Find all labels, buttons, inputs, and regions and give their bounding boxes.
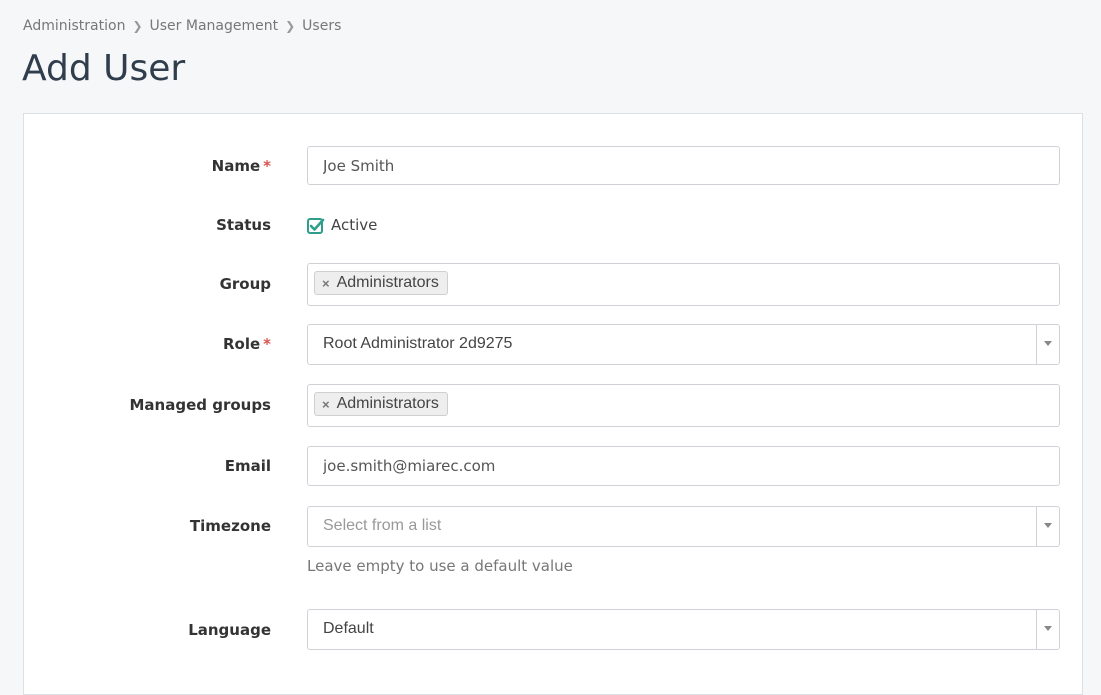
chevron-down-icon[interactable] — [1036, 610, 1059, 649]
managed-groups-tag-label: Administrators — [336, 395, 439, 412]
language-select[interactable]: Default — [307, 609, 1060, 650]
managed-groups-multiselect[interactable]: × Administrators — [307, 384, 1060, 427]
timezone-help-text: Leave empty to use a default value — [307, 557, 573, 575]
timezone-select-placeholder: Select from a list — [323, 517, 442, 534]
required-marker: * — [263, 335, 271, 353]
role-label-text: Role — [222, 335, 261, 353]
page-title: Add User — [22, 48, 186, 89]
checkbox-checked-icon[interactable] — [307, 217, 325, 234]
language-label: Language — [188, 621, 271, 639]
email-input[interactable] — [307, 446, 1060, 486]
language-select-value: Default — [323, 620, 374, 637]
breadcrumb-administration[interactable]: Administration — [23, 18, 125, 34]
breadcrumb-users[interactable]: Users — [302, 18, 341, 34]
group-label: Group — [219, 275, 271, 293]
status-label: Status — [216, 216, 271, 234]
role-select[interactable]: Root Administrator 2d9275 — [307, 324, 1060, 365]
status-active-label: Active — [331, 216, 378, 234]
managed-groups-tag-administrators: × Administrators — [314, 392, 448, 416]
timezone-select[interactable]: Select from a list — [307, 506, 1060, 547]
name-input[interactable] — [307, 146, 1060, 185]
group-tag-administrators: × Administrators — [314, 271, 448, 295]
email-label: Email — [224, 457, 271, 475]
chevron-down-icon[interactable] — [1036, 325, 1059, 364]
role-label: Role * — [21, 335, 271, 353]
close-icon[interactable]: × — [322, 397, 330, 412]
group-multiselect[interactable]: × Administrators — [307, 263, 1060, 306]
chevron-right-icon: ❯ — [132, 19, 143, 33]
name-label: Name * — [21, 157, 271, 175]
breadcrumb: Administration ❯ User Management ❯ Users — [23, 18, 341, 34]
chevron-down-icon[interactable] — [1036, 507, 1059, 546]
close-icon[interactable]: × — [322, 276, 330, 291]
timezone-label: Timezone — [189, 517, 271, 535]
breadcrumb-user-management[interactable]: User Management — [150, 18, 279, 34]
group-tag-label: Administrators — [336, 274, 439, 291]
status-active-checkbox[interactable]: Active — [307, 216, 377, 234]
managed-groups-label: Managed groups — [129, 396, 271, 414]
required-marker: * — [263, 157, 271, 175]
name-label-text: Name — [211, 157, 261, 175]
role-select-value: Root Administrator 2d9275 — [323, 335, 513, 352]
user-form-panel: Name* Status Active Group × Administrato… — [23, 113, 1083, 695]
chevron-right-icon: ❯ — [285, 19, 296, 33]
